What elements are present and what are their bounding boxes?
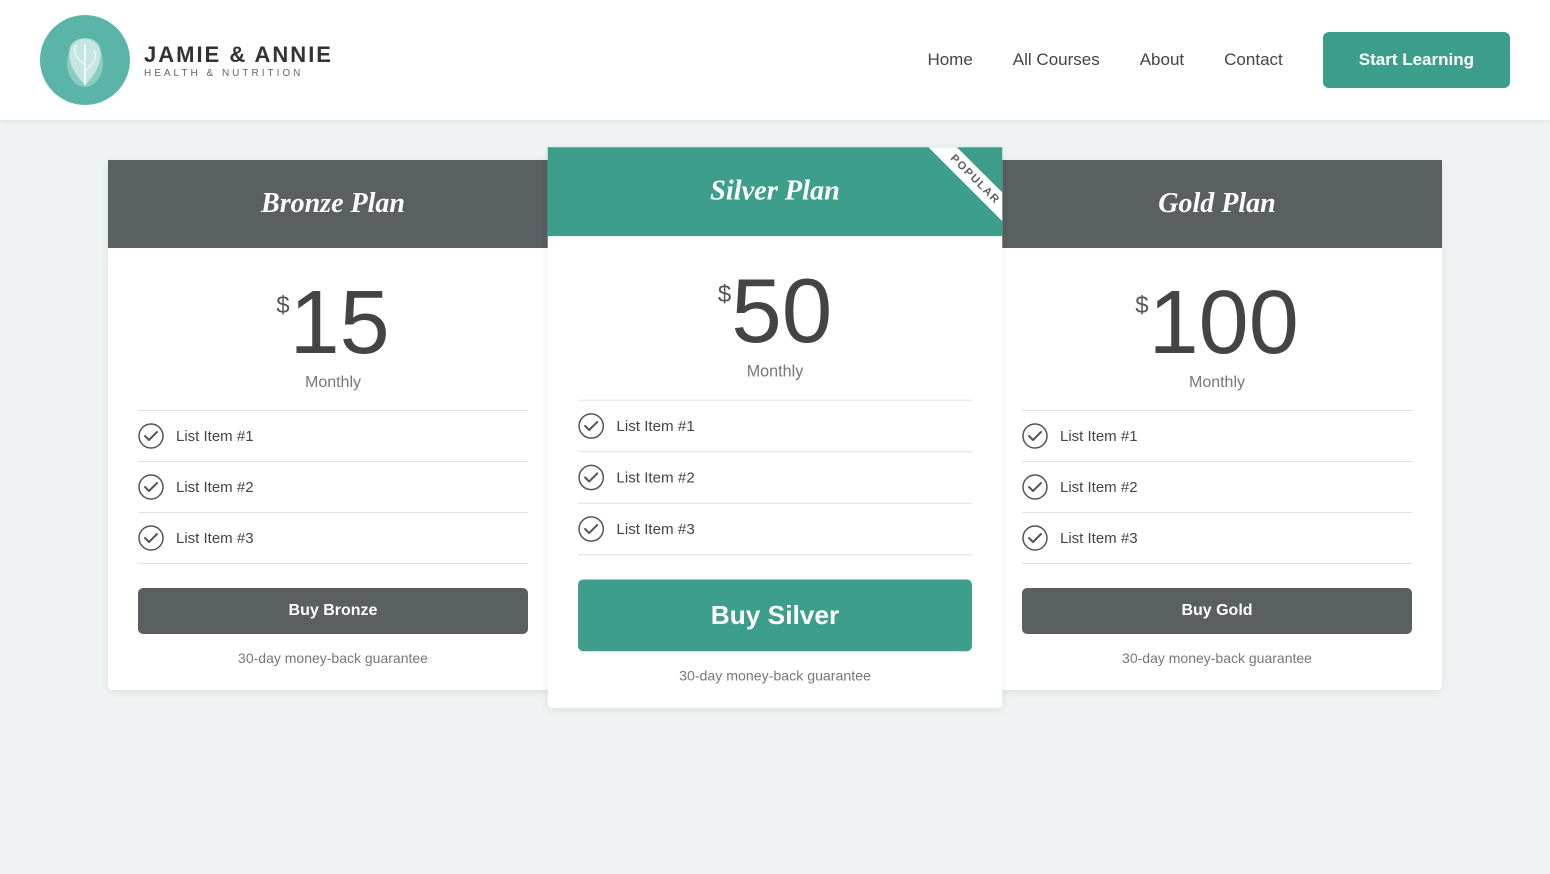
nav-home[interactable]: Home [927,50,972,70]
silver-plan-body: $ 50 Monthly List Item #1 Lis [548,236,1003,708]
bronze-guarantee: 30-day money-back guarantee [138,650,528,666]
nav-contact[interactable]: Contact [1224,50,1283,70]
start-learning-button[interactable]: Start Learning [1323,32,1510,88]
bronze-plan-header: Bronze Plan [108,160,558,248]
popular-ribbon: POPULAR [929,147,1003,226]
gold-guarantee: 30-day money-back guarantee [1022,650,1412,666]
list-item: List Item #2 [138,462,528,513]
buy-bronze-button[interactable]: Buy Bronze [138,588,528,634]
nav-about[interactable]: About [1140,50,1184,70]
list-item: List Item #3 [578,504,972,556]
logo-text: JAMIE & ANNIE HEALTH & NUTRITION [144,42,333,79]
gold-price-number: 100 [1149,278,1299,368]
main-nav: Home All Courses About Contact Start Lea… [927,32,1510,88]
silver-plan-card: Silver Plan POPULAR $ 50 Monthly List It… [548,147,1003,708]
check-icon [138,423,164,449]
logo-sub-text: HEALTH & NUTRITION [144,68,333,79]
silver-price-symbol: $ [718,281,731,309]
check-icon [1022,423,1048,449]
check-icon [138,525,164,551]
pricing-section: Bronze Plan $ 15 Monthly List Item #1 [0,120,1550,735]
silver-price-area: $ 50 [578,266,972,357]
bronze-price-symbol: $ [276,292,289,320]
list-item: List Item #1 [578,400,972,453]
gold-price-period: Monthly [1022,374,1412,392]
check-icon [1022,525,1048,551]
check-icon [578,413,604,439]
list-item: List Item #1 [1022,410,1412,462]
popular-ribbon-wrap: POPULAR [901,147,1002,248]
silver-guarantee: 30-day money-back guarantee [578,667,972,683]
gold-price-symbol: $ [1135,292,1148,320]
bronze-price-area: $ 15 [138,278,528,368]
bronze-price-number: 15 [290,278,390,368]
gold-price-area: $ 100 [1022,278,1412,368]
logo-main-text: JAMIE & ANNIE [144,42,333,68]
silver-feature-list: List Item #1 List Item #2 List Item #3 [578,400,972,556]
gold-feature-list: List Item #1 List Item #2 List Item #3 [1022,410,1412,564]
gold-plan-body: $ 100 Monthly List Item #1 Li [992,248,1442,690]
gold-plan-header: Gold Plan [992,160,1442,248]
list-item: List Item #3 [138,513,528,564]
list-item: List Item #1 [138,410,528,462]
check-icon [138,474,164,500]
buy-gold-button[interactable]: Buy Gold [1022,588,1412,634]
check-icon [578,464,604,490]
gold-plan-title: Gold Plan [1012,188,1422,220]
list-item: List Item #2 [1022,462,1412,513]
gold-plan-card: Gold Plan $ 100 Monthly List Item #1 [992,160,1442,690]
header: JAMIE & ANNIE HEALTH & NUTRITION Home Al… [0,0,1550,120]
bronze-plan-title: Bronze Plan [128,188,538,220]
logo-icon [40,15,130,105]
bronze-price-period: Monthly [138,374,528,392]
silver-price-number: 50 [731,266,832,357]
list-item: List Item #2 [578,452,972,504]
list-item: List Item #3 [1022,513,1412,564]
bronze-plan-body: $ 15 Monthly List Item #1 Lis [108,248,558,690]
buy-silver-button[interactable]: Buy Silver [578,580,972,652]
logo: JAMIE & ANNIE HEALTH & NUTRITION [40,15,333,105]
bronze-plan-card: Bronze Plan $ 15 Monthly List Item #1 [108,160,558,690]
check-icon [578,516,604,542]
nav-all-courses[interactable]: All Courses [1013,50,1100,70]
check-icon [1022,474,1048,500]
bronze-feature-list: List Item #1 List Item #2 List Item #3 [138,410,528,564]
silver-price-period: Monthly [578,363,972,381]
